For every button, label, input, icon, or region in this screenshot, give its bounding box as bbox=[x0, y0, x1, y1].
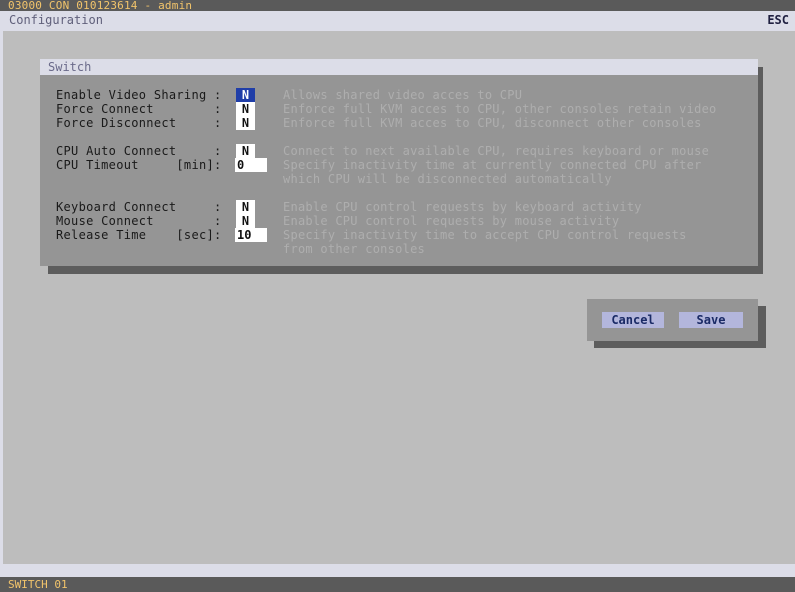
left-border bbox=[0, 31, 3, 564]
setting-row-mouse-connect: Mouse Connect : N Enable CPU control req… bbox=[56, 214, 619, 228]
session-header: 03000 CON 010123614 - admin bbox=[0, 0, 795, 11]
mouse-connect-field[interactable]: N bbox=[236, 214, 255, 228]
setting-description: Connect to next available CPU, requires … bbox=[283, 144, 710, 158]
page-title: Configuration bbox=[9, 13, 103, 27]
setting-label: Mouse Connect : bbox=[56, 214, 222, 228]
setting-label: Force Connect : bbox=[56, 102, 222, 116]
setting-label: CPU Timeout [min]: bbox=[56, 158, 222, 172]
setting-row-force-disconnect: Force Disconnect : N Enforce full KVM ac… bbox=[56, 116, 701, 130]
keyboard-connect-field[interactable]: N bbox=[236, 200, 255, 214]
setting-description: Enable CPU control requests by keyboard … bbox=[283, 200, 642, 214]
button-panel: Cancel Save bbox=[587, 299, 758, 341]
setting-row-cpu-auto-connect: CPU Auto Connect : N Connect to next ava… bbox=[56, 144, 709, 158]
esc-button[interactable]: ESC bbox=[767, 11, 789, 29]
setting-description: Specify inactivity time to accept CPU co… bbox=[283, 228, 687, 242]
setting-row-cpu-timeout-cont: which CPU will be disconnected automatic… bbox=[56, 172, 612, 186]
setting-row-release-time-cont: from other consoles bbox=[56, 242, 425, 256]
enable-video-sharing-field[interactable]: N bbox=[236, 88, 255, 102]
bottom-border bbox=[0, 564, 795, 577]
setting-row-keyboard-connect: Keyboard Connect : N Enable CPU control … bbox=[56, 200, 642, 214]
cpu-auto-connect-field[interactable]: N bbox=[236, 144, 255, 158]
force-disconnect-field[interactable]: N bbox=[236, 116, 255, 130]
panel-title: Switch bbox=[40, 59, 758, 75]
setting-label: Release Time [sec]: bbox=[56, 228, 222, 242]
setting-row-cpu-timeout: CPU Timeout [min]: 0 Specify inactivity … bbox=[56, 158, 701, 172]
setting-description: Enforce full KVM acces to CPU, other con… bbox=[283, 102, 717, 116]
force-connect-field[interactable]: N bbox=[236, 102, 255, 116]
setting-description: Enable CPU control requests by mouse act… bbox=[283, 214, 620, 228]
setting-description: Enforce full KVM acces to CPU, disconnec… bbox=[283, 116, 702, 130]
setting-label: Enable Video Sharing : bbox=[56, 88, 222, 102]
save-button[interactable]: Save bbox=[679, 312, 743, 328]
cpu-timeout-field[interactable]: 0 bbox=[235, 158, 267, 172]
release-time-field[interactable]: 10 bbox=[235, 228, 267, 242]
status-bar: SWITCH 01 bbox=[0, 577, 795, 592]
setting-label: Keyboard Connect : bbox=[56, 200, 222, 214]
switch-settings-panel: Switch Enable Video Sharing : N Allows s… bbox=[40, 59, 758, 266]
title-bar: Configuration ESC bbox=[0, 11, 795, 31]
setting-row-enable-video-sharing: Enable Video Sharing : N Allows shared v… bbox=[56, 88, 522, 102]
cancel-button[interactable]: Cancel bbox=[602, 312, 664, 328]
setting-row-force-connect: Force Connect : N Enforce full KVM acces… bbox=[56, 102, 716, 116]
setting-description: Allows shared video acces to CPU bbox=[283, 88, 523, 102]
setting-description-cont: from other consoles bbox=[283, 242, 426, 256]
setting-description: Specify inactivity time at currently con… bbox=[283, 158, 702, 172]
setting-description-cont: which CPU will be disconnected automatic… bbox=[283, 172, 612, 186]
setting-row-release-time: Release Time [sec]: 10 Specify inactivit… bbox=[56, 228, 686, 242]
setting-label: Force Disconnect : bbox=[56, 116, 222, 130]
setting-label: CPU Auto Connect : bbox=[56, 144, 222, 158]
